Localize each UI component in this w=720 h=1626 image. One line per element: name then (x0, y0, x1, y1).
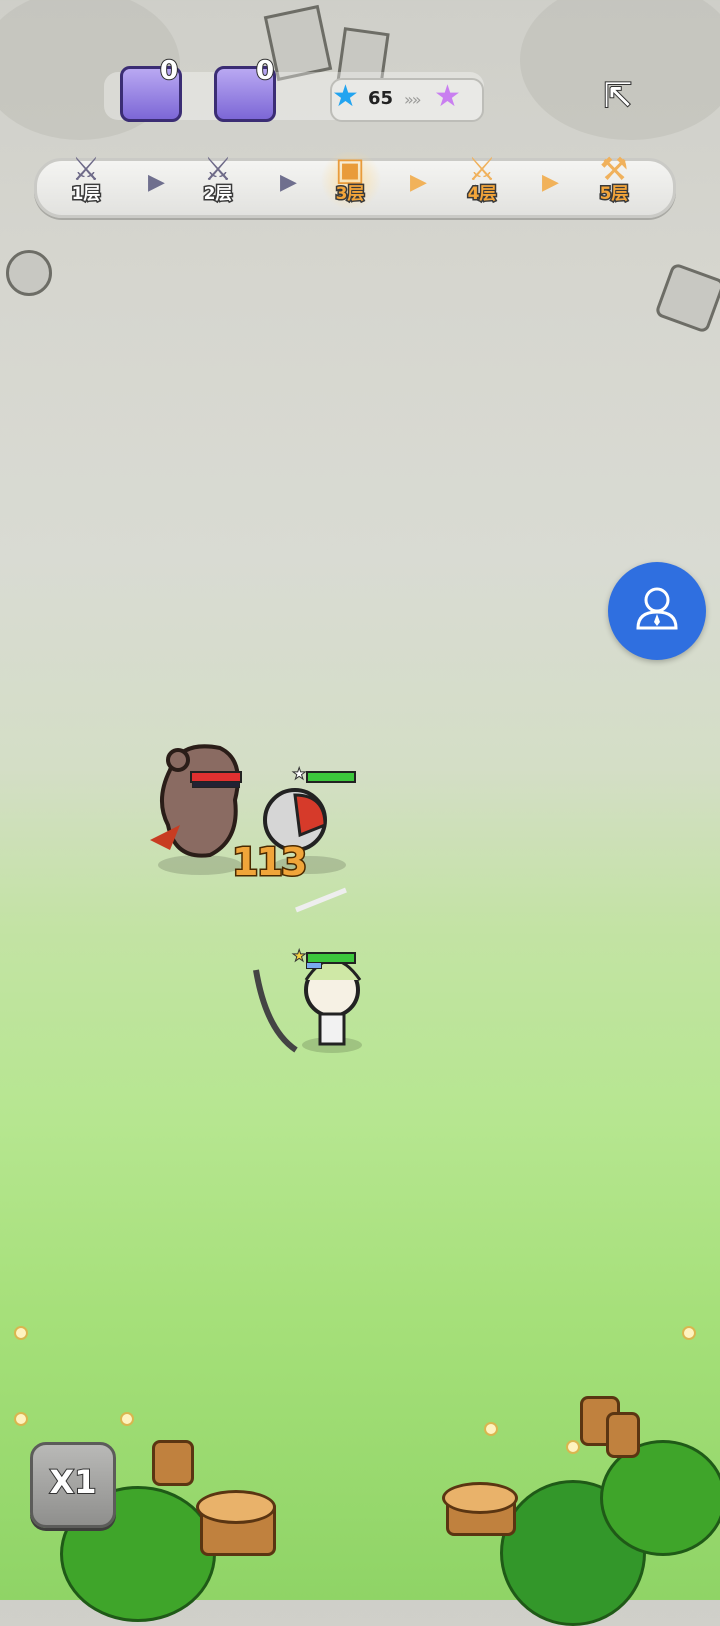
floor-node-2: ⚔ 2层 (188, 150, 248, 220)
hero-star-icon: ★ (291, 946, 307, 966)
crossed-swords-icon: ⚔ (203, 150, 233, 188)
assistant-button[interactable] (608, 562, 706, 660)
treasure-chest-icon: ▣ (334, 150, 366, 188)
enemy-mp-bar (192, 781, 240, 788)
floor-node-5: ⚒ 5层 (584, 150, 644, 220)
rainbow-star-icon: ★ (434, 79, 461, 114)
floor-label: 1层 (70, 183, 102, 206)
floor-label: 3层 (334, 183, 366, 206)
hero-star-icon: ★ (291, 764, 307, 784)
crossed-swords-icon: ⚔ (467, 150, 497, 188)
arrow-icon: ▶ (148, 170, 165, 195)
archer-mp-bar (306, 962, 322, 969)
chest-count: 0 (255, 55, 275, 87)
archer-hp-fill (308, 954, 354, 962)
arrow-icon: ▶ (280, 170, 297, 195)
floor-node-1: ⚔ 1层 (56, 150, 116, 220)
damage-number: 113 (230, 839, 308, 886)
floor-node-3: ▣ 3层 (320, 150, 380, 220)
blue-star-icon: ★ (332, 79, 359, 114)
person-icon (636, 587, 678, 630)
archer-hero[interactable] (236, 880, 406, 1060)
arrow-icon: ▶ (410, 170, 427, 195)
hammer-icon: ⚒ (599, 150, 629, 188)
floor-label: 4层 (466, 183, 498, 206)
floor-node-4: ⚔ 4层 (452, 150, 512, 220)
stars-indicator: ★ 65 »» ★ (330, 78, 484, 122)
enemy-hp-fill (192, 773, 240, 781)
crossed-swords-icon: ⚔ (71, 150, 101, 188)
stars-count: 65 (368, 88, 394, 109)
floor-label: 2层 (202, 183, 234, 206)
floor-label: 5层 (598, 183, 630, 206)
share-exit-button[interactable]: ⇱ (596, 75, 640, 117)
anvil-count: 0 (159, 55, 179, 87)
arrow-icon: ▶ (542, 170, 559, 195)
knight-hp-fill (308, 773, 354, 781)
arrow-icon: »» (404, 90, 422, 109)
share-icon: ⇱ (603, 75, 633, 117)
speed-toggle-button[interactable]: X1 (30, 1442, 116, 1528)
speed-label: X1 (49, 1462, 98, 1502)
knight-hp-bar (306, 771, 356, 783)
